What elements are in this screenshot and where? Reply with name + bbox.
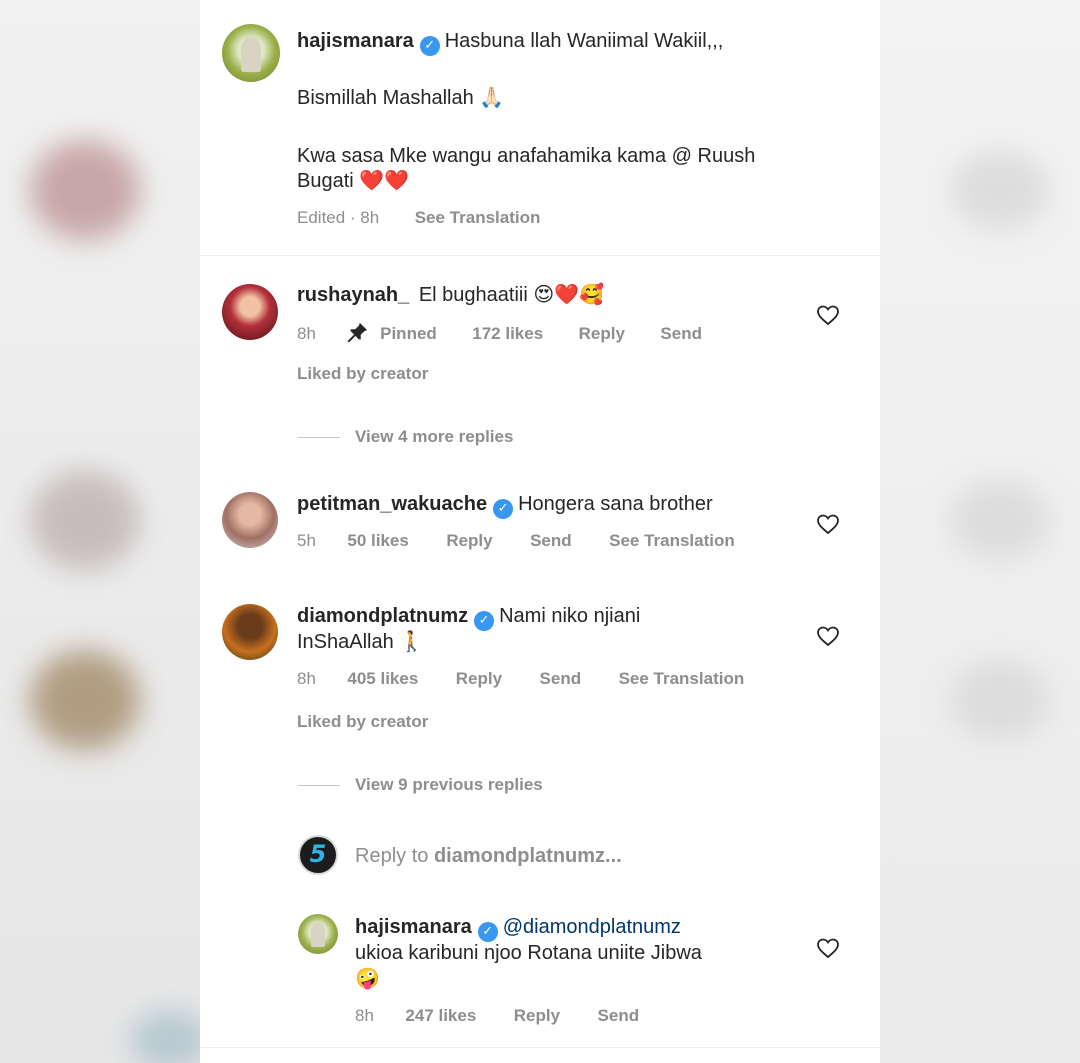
reply-author-avatar[interactable] — [298, 914, 338, 954]
comment-time: 8h — [297, 669, 316, 688]
blurred-icon-shape — [950, 480, 1050, 560]
comment-header-rushaynah: rushaynah_ El bughaatiii 😍❤️🥰 — [297, 282, 604, 308]
send-button[interactable]: Send — [530, 531, 572, 550]
view-more-replies-button[interactable]: View 4 more replies — [355, 427, 513, 447]
reply-input[interactable]: Reply to diamondplatnumz... — [355, 843, 622, 869]
post-meta-row: Edited · 8h See Translation — [297, 208, 540, 228]
verified-badge-icon: ✓ — [493, 499, 514, 519]
blurred-avatar-shape — [30, 140, 140, 240]
comment-likes[interactable]: 405 likes — [347, 669, 418, 688]
send-button[interactable]: Send — [540, 669, 582, 688]
reply-input-prefix: Reply to — [355, 845, 434, 867]
reply-button[interactable]: Reply — [514, 1006, 560, 1025]
comment-text-line1: Nami niko njiani — [499, 605, 641, 627]
comment-time: 8h — [297, 324, 316, 343]
comment-avatar-rushaynah[interactable] — [222, 284, 278, 340]
reply-text-line2: 🤪 — [355, 968, 380, 990]
heart-outline-icon[interactable] — [816, 512, 840, 536]
post-author-username[interactable]: hajismanara — [297, 30, 414, 52]
comment-text: El bughaatiii 😍❤️🥰 — [418, 284, 605, 306]
comment-username[interactable]: rushaynah_ — [297, 284, 409, 306]
post-caption-line4: Bugati ❤️❤️ — [297, 170, 410, 192]
bottom-divider — [200, 1047, 880, 1048]
see-translation-link[interactable]: See Translation — [619, 669, 745, 688]
post-caption-header: hajismanara ✓ Hasbuna llah Waniimal Wakiil… — [297, 28, 723, 56]
current-user-avatar-label: 5 — [309, 840, 327, 868]
blurred-background-right — [880, 0, 1080, 1063]
comment-likes[interactable]: 50 likes — [347, 531, 408, 550]
comments-panel: hajismanara ✓ Hasbuna llah Waniimal Wakiil… — [200, 0, 880, 1063]
comment-header-diamondplatnumz: diamondplatnumz ✓ Nami niko njiani — [297, 603, 640, 631]
liked-by-creator-label: Liked by creator — [297, 364, 429, 383]
comment-actions-petitman: 5h 50 likes Reply Send See Translation — [297, 531, 735, 551]
reply-button[interactable]: Reply — [579, 324, 625, 343]
replies-line — [298, 437, 340, 438]
reply-input-target: diamondplatnumz... — [433, 845, 622, 867]
comment-text: Hongera sana brother — [518, 493, 713, 515]
heart-outline-icon[interactable] — [816, 303, 840, 327]
blurred-icon-shape — [950, 150, 1050, 230]
comment-time: 5h — [297, 531, 316, 550]
verified-badge-icon: ✓ — [477, 922, 498, 942]
see-translation-link[interactable]: See Translation — [415, 208, 541, 227]
send-button[interactable]: Send — [598, 1006, 640, 1025]
replies-line — [298, 785, 340, 786]
reply-button[interactable]: Reply — [456, 669, 502, 688]
blurred-avatar-shape — [30, 650, 140, 750]
blurred-background-left — [0, 0, 200, 1063]
post-caption-line3: Kwa sasa Mke wangu anafahamika kama @ Ru… — [297, 145, 756, 167]
liked-by-creator-label: Liked by creator — [297, 712, 429, 731]
comment-actions-rushaynah: 8h Pinned 172 likes Reply Send — [297, 321, 702, 344]
reply-likes[interactable]: 247 likes — [405, 1006, 476, 1025]
comment-header-petitman: petitman_wakuache ✓ Hongera sana brother — [297, 491, 713, 519]
reply-text-line1: ukioa karibuni njoo Rotana uniite Jibwa — [355, 942, 702, 964]
send-button[interactable]: Send — [660, 324, 702, 343]
post-author-avatar[interactable] — [222, 24, 280, 82]
caption-divider — [200, 255, 880, 256]
comment-avatar-petitman[interactable] — [222, 492, 278, 548]
reply-actions: 8h 247 likes Reply Send — [355, 1006, 639, 1026]
comment-avatar-diamondplatnumz[interactable] — [222, 604, 278, 660]
post-caption-line2: Bismillah Mashallah 🙏🏻 — [297, 87, 505, 109]
blurred-icon-shape — [950, 660, 1050, 740]
reply-username[interactable]: hajismanara — [355, 916, 472, 938]
heart-outline-icon[interactable] — [816, 624, 840, 648]
blurred-avatar-shape — [30, 470, 140, 570]
comment-username[interactable]: diamondplatnumz — [297, 605, 468, 627]
reply-button[interactable]: Reply — [446, 531, 492, 550]
verified-badge-icon: ✓ — [474, 611, 495, 631]
view-previous-replies-button[interactable]: View 9 previous replies — [355, 775, 543, 795]
comment-actions-diamondplatnumz: 8h 405 likes Reply Send See Translation — [297, 669, 744, 689]
current-user-avatar: 5 — [298, 835, 338, 875]
comment-text-line2: InShaAllah 🚶 — [297, 631, 425, 653]
comment-username[interactable]: petitman_wakuache — [297, 493, 487, 515]
heart-outline-icon[interactable] — [816, 936, 840, 960]
reply-mention-link[interactable]: @diamondplatnumz — [503, 916, 681, 938]
blurred-avatar-shape — [130, 1010, 200, 1063]
pin-icon — [348, 322, 368, 343]
post-caption-line1: Hasbuna llah Waniimal Wakiil,,, — [444, 30, 724, 52]
see-translation-link[interactable]: See Translation — [609, 531, 735, 550]
comment-likes[interactable]: 172 likes — [472, 324, 543, 343]
verified-badge-icon: ✓ — [419, 36, 440, 56]
post-time: Edited · 8h — [297, 208, 380, 227]
reply-header: hajismanara ✓ @diamondplatnumz — [355, 914, 681, 942]
pinned-label: Pinned — [380, 324, 437, 343]
reply-time: 8h — [355, 1006, 374, 1025]
